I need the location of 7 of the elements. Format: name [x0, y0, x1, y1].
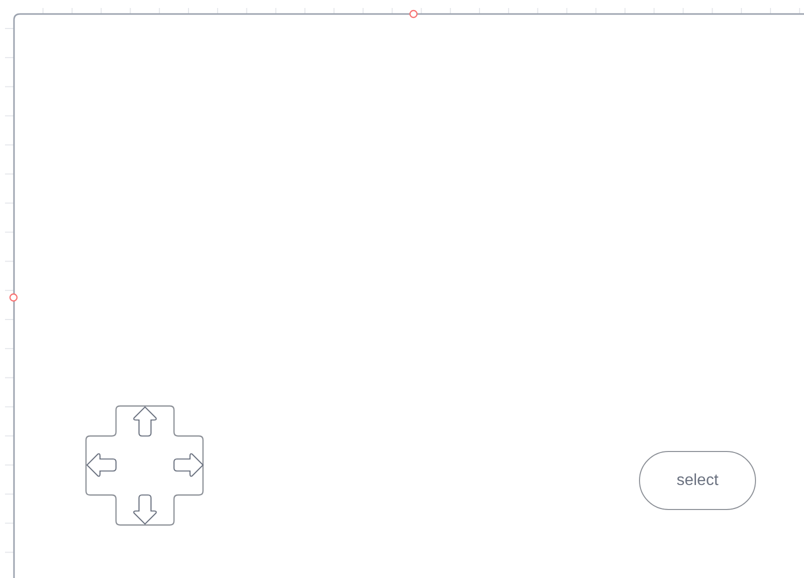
resize-handle[interactable]	[409, 10, 418, 18]
resize-handle[interactable]	[9, 293, 18, 302]
arrow-down-icon[interactable]	[133, 494, 157, 525]
select-button[interactable]: select	[639, 451, 756, 510]
arrow-left-icon[interactable]	[86, 453, 117, 477]
arrow-up-icon[interactable]	[133, 406, 157, 437]
arrow-right-icon[interactable]	[173, 453, 204, 477]
